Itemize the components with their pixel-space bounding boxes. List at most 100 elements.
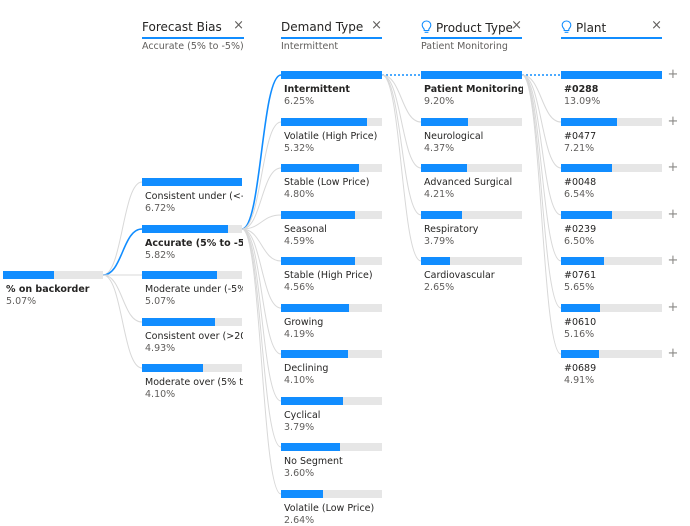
expand-plus-icon[interactable]: + <box>667 161 679 174</box>
ai-lightbulb-icon <box>421 20 432 33</box>
value-bar <box>421 211 463 219</box>
column-header: Forecast Bias × Accurate (5% to -5%) <box>142 18 244 54</box>
value-bar <box>142 225 228 233</box>
column-title[interactable]: Plant <box>561 20 606 35</box>
close-icon[interactable]: × <box>371 18 382 34</box>
node-label: Intermittent <box>284 84 350 95</box>
node-value: 4.21% <box>424 189 455 200</box>
tree-node[interactable]: #0477 7.21% <box>561 118 662 154</box>
expand-plus-icon[interactable]: + <box>667 68 679 81</box>
connector <box>381 74 422 169</box>
value-bar <box>142 178 242 186</box>
tree-node[interactable]: Moderate under (-5% ...5.07% <box>142 271 243 307</box>
node-value: 6.50% <box>564 236 595 247</box>
node-label: Moderate over (5% to ... <box>145 377 243 388</box>
close-icon[interactable]: × <box>233 18 244 34</box>
tree-node[interactable]: Respiratory 3.79% <box>421 211 522 247</box>
node-value: 5.32% <box>284 143 315 154</box>
node-value: 3.79% <box>284 422 315 433</box>
node-label: #0610 <box>564 317 597 328</box>
tree-node[interactable]: Patient Monitoring 9.20% <box>421 71 523 107</box>
node-label: #0761 <box>564 270 597 281</box>
value-bar <box>281 304 349 312</box>
tree-node[interactable]: Moderate over (5% to ...4.10% <box>142 364 243 400</box>
tree-node[interactable]: Intermittent 6.25% <box>281 71 382 107</box>
node-label: #0239 <box>564 224 597 235</box>
node-label: Neurological <box>424 131 484 142</box>
tree-node[interactable]: Cardiovascular 2.65% <box>421 257 522 293</box>
tree-node[interactable]: Consistent under (<-2...6.72% <box>142 178 243 214</box>
tree-node[interactable]: #0239 6.50% <box>561 211 662 247</box>
column-subtitle: Intermittent <box>281 41 339 52</box>
node-root[interactable]: % on backorder 5.07% <box>3 271 103 307</box>
column-title[interactable]: Product Type <box>421 20 513 35</box>
close-icon[interactable]: × <box>651 18 662 34</box>
value-bar <box>421 164 468 172</box>
column-underline <box>561 37 662 39</box>
node-value: 3.60% <box>284 468 315 479</box>
tree-node[interactable]: Advanced Surgical 4.21% <box>421 164 522 200</box>
column-title[interactable]: Forecast Bias <box>142 20 222 34</box>
column-header: Demand Type × Intermittent <box>281 18 382 54</box>
column-title-text: Demand Type <box>281 20 364 34</box>
node-value: 4.56% <box>284 282 315 293</box>
node-value: 4.19% <box>284 329 315 340</box>
node-label: Consistent over (>20%) <box>145 331 243 342</box>
tree-node[interactable]: Cyclical 3.79% <box>281 397 382 433</box>
value-bar <box>281 443 340 451</box>
expand-plus-icon[interactable]: + <box>667 208 679 221</box>
node-value: 6.72% <box>145 203 176 214</box>
tree-node[interactable]: Stable (High Price) 4.56% <box>281 257 382 293</box>
column-title[interactable]: Demand Type <box>281 20 363 34</box>
value-bar <box>281 164 359 172</box>
connector <box>521 74 562 169</box>
value-bar <box>142 364 203 372</box>
column-subtitle: Accurate (5% to -5%) <box>142 41 244 52</box>
value-bar <box>281 350 348 358</box>
tree-node[interactable]: Seasonal 4.59% <box>281 211 382 247</box>
node-label: Volatile (High Price) <box>284 131 378 142</box>
tree-node[interactable]: #0689 4.91% <box>561 350 662 386</box>
node-value: 5.07% <box>145 296 176 307</box>
column-title-text: Plant <box>576 21 607 35</box>
tree-node[interactable]: Volatile (High Price) 5.32% <box>281 118 382 154</box>
node-value: 9.20% <box>424 96 455 107</box>
node-label: Accurate (5% to -5%) <box>145 238 243 249</box>
column-underline <box>281 37 382 39</box>
expand-plus-icon[interactable]: + <box>667 301 679 314</box>
column-underline <box>142 37 244 39</box>
node-label: Moderate under (-5% ... <box>145 284 243 295</box>
tree-node[interactable]: Volatile (Low Price) 2.64% <box>281 490 382 526</box>
expand-plus-icon[interactable]: + <box>667 254 679 267</box>
tree-node[interactable]: Neurological 4.37% <box>421 118 522 154</box>
tree-node[interactable]: Declining 4.10% <box>281 350 382 386</box>
expand-plus-icon[interactable]: + <box>667 347 679 360</box>
node-label: Cardiovascular <box>424 270 495 281</box>
close-icon[interactable]: × <box>511 18 522 34</box>
tree-node[interactable]: Consistent over (>20%)4.93% <box>142 318 243 354</box>
value-bar <box>281 211 355 219</box>
column-subtitle: Patient Monitoring <box>421 41 508 52</box>
tree-node[interactable]: Accurate (5% to -5%)5.82% <box>142 225 243 261</box>
tree-node[interactable]: #0288 13.09% <box>561 71 662 107</box>
connector <box>241 121 282 230</box>
tree-node[interactable]: Growing 4.19% <box>281 304 382 340</box>
node-value: 5.65% <box>564 282 595 293</box>
tree-node[interactable]: #0610 5.16% <box>561 304 662 340</box>
node-label: #0477 <box>564 131 597 142</box>
node-value: 5.82% <box>145 250 176 261</box>
tree-node[interactable]: No Segment 3.60% <box>281 443 382 479</box>
connector <box>102 181 143 276</box>
value-bar <box>281 397 343 405</box>
node-value: 4.10% <box>145 389 176 400</box>
expand-plus-icon[interactable]: + <box>667 115 679 128</box>
value-bar <box>561 118 617 126</box>
value-bar <box>561 71 662 79</box>
value-bar <box>421 118 469 126</box>
node-value: 6.54% <box>564 189 595 200</box>
tree-node[interactable]: Stable (Low Price) 4.80% <box>281 164 382 200</box>
tree-node[interactable]: #0761 5.65% <box>561 257 662 293</box>
node-label: Stable (High Price) <box>284 270 373 281</box>
tree-node[interactable]: #0048 6.54% <box>561 164 662 200</box>
value-bar <box>281 490 324 498</box>
